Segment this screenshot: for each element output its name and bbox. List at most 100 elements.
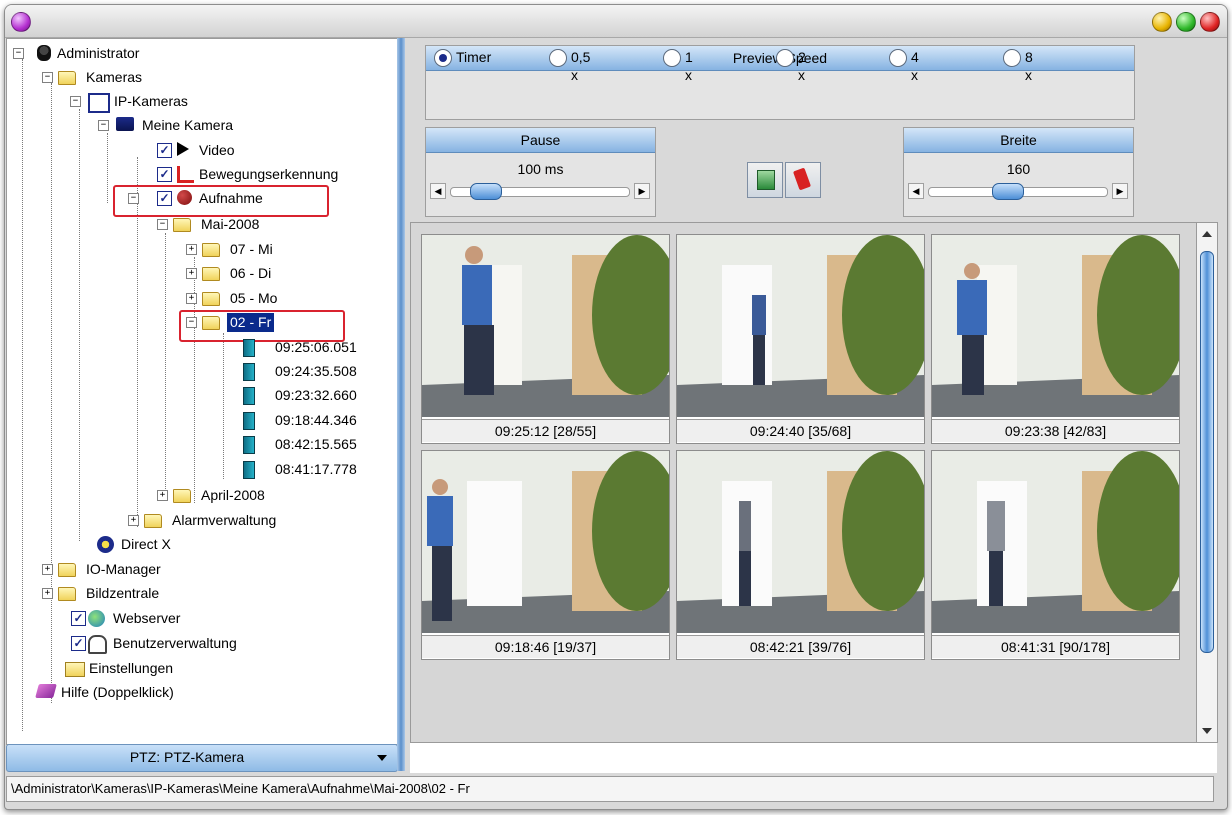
frame-image [932, 235, 1179, 417]
camera-group-icon [88, 93, 110, 113]
tree-label: Webserver [113, 610, 181, 626]
expand-toggle[interactable]: + [157, 490, 168, 501]
enabled-checkbox[interactable]: ✓ [71, 611, 86, 626]
motion-icon [177, 166, 194, 183]
highlight-box-aufnahme [113, 185, 329, 217]
tree-label: Video [199, 142, 235, 158]
collapse-toggle[interactable]: − [98, 120, 109, 131]
maximize-button[interactable] [1176, 12, 1196, 32]
expand-toggle[interactable]: + [186, 244, 197, 255]
expand-toggle[interactable]: + [186, 293, 197, 304]
tree-label: IP-Kameras [114, 93, 188, 109]
pause-group: Pause 100 ms ◀ ▶ [425, 127, 656, 217]
directx-icon [97, 536, 114, 553]
tree-label: Bildzentrale [86, 585, 160, 601]
globe-icon [88, 610, 105, 627]
tree-label: Direct X [121, 536, 171, 552]
status-path: \Administrator\Kameras\IP-Kameras\Meine … [11, 781, 470, 796]
collapse-toggle[interactable]: − [70, 96, 81, 107]
thumbnail-caption: 09:24:40 [35/68] [677, 419, 924, 442]
tree-label: 05 - Mo [230, 290, 278, 306]
vertical-scrollbar[interactable] [1196, 222, 1218, 743]
recording-label: 08:42:15.565 [275, 436, 357, 452]
scroll-thumb[interactable] [1200, 251, 1214, 653]
delete-snapshot-button[interactable] [785, 162, 821, 198]
folder-icon [173, 489, 191, 503]
recording-file-icon [243, 387, 255, 405]
radio-button[interactable] [549, 49, 567, 67]
thumbnail-4[interactable]: 09:18:46 [19/37] [421, 450, 670, 660]
tree-label: 07 - Mi [230, 241, 273, 257]
close-button[interactable] [1200, 12, 1220, 32]
collapse-toggle[interactable]: − [42, 72, 53, 83]
thumbnail-6[interactable]: 08:41:31 [90/178] [931, 450, 1180, 660]
panel-splitter[interactable] [397, 38, 405, 771]
slider-left-arrow-icon[interactable]: ◀ [430, 183, 446, 199]
tree-label: Kameras [86, 69, 143, 85]
expand-toggle[interactable]: + [42, 564, 53, 575]
scroll-down-icon[interactable] [1202, 728, 1212, 734]
recording-label: 09:23:32.660 [275, 387, 357, 403]
radio-button[interactable] [1003, 49, 1021, 67]
thumbnail-1[interactable]: 09:25:12 [28/55] [421, 234, 670, 444]
enabled-checkbox[interactable]: ✓ [71, 636, 86, 651]
radio-label: Timer [456, 49, 492, 65]
pause-slider[interactable]: ◀ ▶ [430, 182, 650, 200]
expand-toggle[interactable]: + [128, 515, 139, 526]
radio-label: 1 x [685, 49, 693, 83]
collapse-toggle[interactable]: − [157, 219, 168, 230]
help-book-icon [35, 684, 57, 698]
radio-button-selected[interactable] [434, 49, 452, 67]
slider-right-arrow-icon[interactable]: ▶ [634, 183, 650, 199]
pause-title: Pause [426, 128, 655, 153]
expand-toggle[interactable]: + [186, 268, 197, 279]
slider-thumb[interactable] [470, 183, 502, 200]
collapse-toggle[interactable]: − [13, 48, 24, 59]
thumbnail-3[interactable]: 09:23:38 [42/83] [931, 234, 1180, 444]
radio-label: 4 x [911, 49, 919, 83]
camera-icon [116, 117, 134, 131]
radio-button[interactable] [776, 49, 794, 67]
thumbnail-caption: 09:18:46 [19/37] [422, 635, 669, 658]
slider-thumb[interactable] [992, 183, 1024, 200]
expand-toggle[interactable]: + [42, 588, 53, 599]
tree-label: April-2008 [201, 487, 265, 503]
app-menu-icon[interactable] [11, 12, 31, 32]
breite-slider[interactable]: ◀ ▶ [908, 182, 1128, 200]
minimize-button[interactable] [1152, 12, 1172, 32]
radio-button[interactable] [663, 49, 681, 67]
radio-label: 8 x [1025, 49, 1033, 83]
frame-image [932, 451, 1179, 633]
slider-left-arrow-icon[interactable]: ◀ [908, 183, 924, 199]
thumbnail-5[interactable]: 08:42:21 [39/76] [676, 450, 925, 660]
tree-label: Hilfe (Doppelklick) [61, 684, 174, 700]
thumbnail-2[interactable]: 09:24:40 [35/68] [676, 234, 925, 444]
thumbnail-caption: 09:23:38 [42/83] [932, 419, 1179, 442]
open-folder-icon [58, 71, 76, 85]
recording-file-icon [243, 339, 255, 357]
recording-file-icon [243, 412, 255, 430]
radio-label: 2 x [798, 49, 806, 83]
recording-label: 09:18:44.346 [275, 412, 357, 428]
tree-label: Administrator [57, 45, 140, 61]
radio-label: 0,5 x [571, 49, 591, 83]
tree-label: Benutzerverwaltung [113, 635, 237, 651]
breite-value: 160 [1006, 161, 1031, 177]
folder-icon [202, 267, 220, 281]
tree-label: Alarmverwaltung [172, 512, 277, 528]
recording-label: 09:25:06.051 [275, 339, 357, 355]
enabled-checkbox[interactable]: ✓ [157, 143, 172, 158]
tree-label: IO-Manager [86, 561, 161, 577]
radio-button[interactable] [889, 49, 907, 67]
folder-icon [144, 514, 162, 528]
tree-label: Bewegungserkennung [199, 166, 339, 182]
pause-value: 100 ms [517, 161, 564, 177]
play-icon [177, 142, 189, 156]
folder-icon [202, 243, 220, 257]
ptz-camera-dropdown[interactable]: PTZ: PTZ-Kamera [6, 744, 398, 772]
tree-label: Einstellungen [89, 660, 174, 676]
scroll-up-icon[interactable] [1202, 231, 1212, 237]
enabled-checkbox[interactable]: ✓ [157, 167, 172, 182]
save-snapshot-button[interactable] [747, 162, 783, 198]
slider-right-arrow-icon[interactable]: ▶ [1112, 183, 1128, 199]
